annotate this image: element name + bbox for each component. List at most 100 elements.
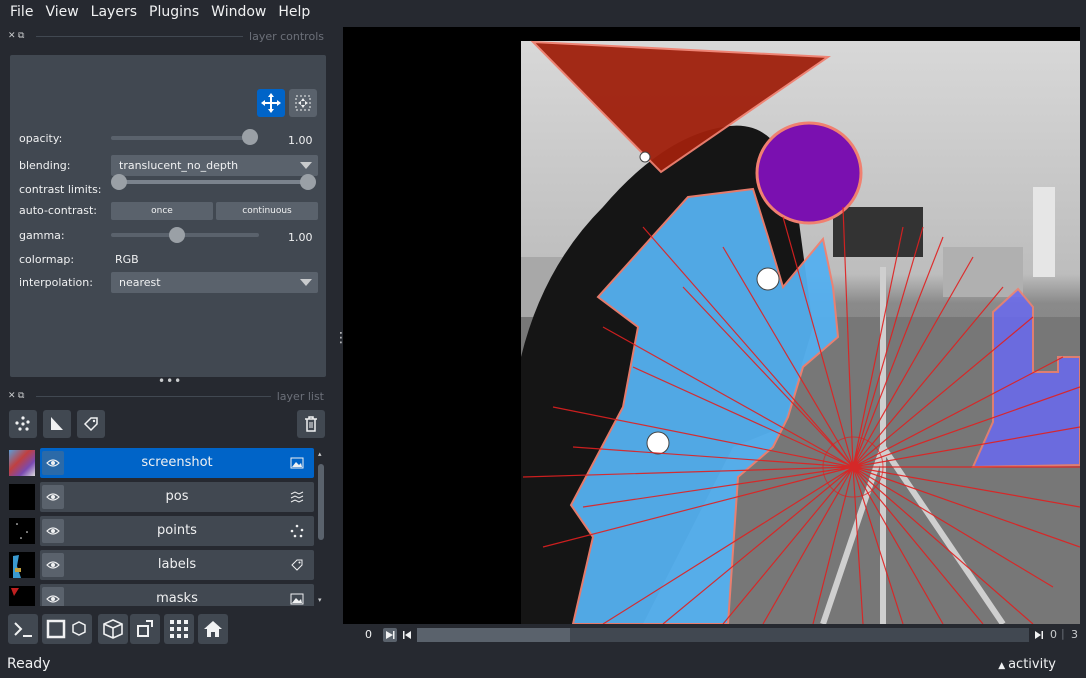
move-icon <box>261 93 281 113</box>
step-forward-icon <box>1035 631 1043 639</box>
contrast-max-handle[interactable] <box>300 174 316 190</box>
new-shapes-layer-button[interactable] <box>43 410 71 438</box>
contrast-min-handle[interactable] <box>111 174 127 190</box>
roll-dimensions-button[interactable] <box>98 614 128 644</box>
contrast-limits-label: contrast limits: <box>19 183 102 196</box>
eye-icon <box>46 493 60 501</box>
layer-row-points[interactable]: points <box>8 516 316 546</box>
gamma-slider[interactable] <box>111 233 259 237</box>
layer-controls-panel: opacity: 1.00 blending: translucent_no_d… <box>10 55 326 377</box>
eye-icon <box>46 561 60 569</box>
gamma-label: gamma: <box>19 229 65 242</box>
visibility-toggle[interactable] <box>42 519 64 543</box>
pan-zoom-button[interactable] <box>257 89 285 117</box>
interpolation-dropdown[interactable]: nearest <box>111 272 318 293</box>
menu-bar: File View Layers Plugins Window Help <box>0 0 1086 24</box>
label-tag-icon <box>83 417 98 432</box>
shapes-icon <box>51 417 63 430</box>
layer-name[interactable]: screenshot <box>70 455 284 470</box>
menu-help[interactable]: Help <box>272 4 316 20</box>
float-dock-icon[interactable]: ⧉ <box>18 391 34 401</box>
frame-slider-thumb[interactable] <box>417 628 570 642</box>
colormap-label: colormap: <box>19 253 75 266</box>
menu-file[interactable]: File <box>4 4 39 20</box>
activity-button[interactable]: ▲ activity <box>998 657 1056 672</box>
delete-layer-button[interactable] <box>297 410 325 438</box>
auto-contrast-continuous-button[interactable]: continuous <box>216 202 318 220</box>
play-icon <box>386 631 395 639</box>
chevron-up-icon: ▲ <box>998 661 1009 671</box>
layer-thumbnail <box>9 450 35 476</box>
interpolation-label: interpolation: <box>19 276 93 289</box>
visibility-toggle[interactable] <box>42 485 64 509</box>
layer-name[interactable]: labels <box>70 557 284 572</box>
image-icon <box>290 593 304 605</box>
gamma-slider-handle[interactable] <box>169 227 185 243</box>
auto-contrast-label: auto-contrast: <box>19 204 98 217</box>
layer-name[interactable]: pos <box>70 489 284 504</box>
chevron-down-icon <box>300 162 312 169</box>
opacity-slider-handle[interactable] <box>242 129 258 145</box>
blending-dropdown[interactable]: translucent_no_depth <box>111 155 318 176</box>
splitter-handle[interactable]: ••• <box>158 374 182 388</box>
layer-list-title: layer list <box>276 389 324 403</box>
square-2d-icon <box>46 619 86 639</box>
transform-button[interactable] <box>289 89 317 117</box>
layer-name[interactable]: points <box>70 523 284 538</box>
frame-total: 3 <box>1071 628 1078 641</box>
menu-view[interactable]: View <box>39 4 84 20</box>
ndisplay-toggle-button[interactable] <box>42 614 92 644</box>
eye-icon <box>46 527 60 535</box>
home-button[interactable] <box>198 614 228 644</box>
layer-thumbnail <box>9 552 35 578</box>
cube-icon <box>103 619 123 639</box>
scroll-up-icon[interactable]: ▴ <box>318 450 322 458</box>
visibility-toggle[interactable] <box>42 553 64 577</box>
layer-row-labels[interactable]: labels <box>8 550 316 580</box>
layer-thumbnail <box>9 586 35 606</box>
play-button[interactable] <box>383 628 397 642</box>
contrast-limits-slider[interactable] <box>119 180 308 184</box>
scroll-thumb[interactable] <box>318 464 324 540</box>
frame-slider-track[interactable] <box>417 628 1029 642</box>
scroll-down-icon[interactable]: ▾ <box>318 596 322 604</box>
points-icon <box>15 416 30 431</box>
layer-list-scrollbar[interactable]: ▴ ▾ <box>317 450 325 604</box>
layer-thumbnail <box>9 484 35 510</box>
menu-window[interactable]: Window <box>205 4 272 20</box>
step-back-icon <box>403 631 411 639</box>
gamma-value: 1.00 <box>288 231 313 244</box>
visibility-toggle[interactable] <box>42 587 64 606</box>
layer-row-masks[interactable]: masks <box>8 584 316 606</box>
layer-row-screenshot[interactable]: screenshot <box>8 448 316 478</box>
new-points-layer-button[interactable] <box>9 410 37 438</box>
menu-plugins[interactable]: Plugins <box>143 4 205 20</box>
dims-slider: 0 0 | 3 <box>343 624 1080 646</box>
terminal-icon <box>14 622 32 637</box>
console-button[interactable] <box>8 614 38 644</box>
step-forward-button[interactable] <box>1033 628 1045 642</box>
grid-icon <box>170 620 188 638</box>
layer-list-titlebar: ✕ ⧉ layer list <box>8 388 324 404</box>
auto-contrast-once-button[interactable]: once <box>111 202 213 220</box>
current-frame[interactable]: 0 <box>365 628 372 641</box>
eye-icon <box>46 595 60 603</box>
step-back-button[interactable] <box>401 628 413 642</box>
status-text: Ready <box>7 656 51 672</box>
float-dock-icon[interactable]: ⧉ <box>18 31 34 41</box>
vectors-icon <box>290 491 304 503</box>
opacity-value: 1.00 <box>288 134 313 147</box>
new-labels-layer-button[interactable] <box>77 410 105 438</box>
image-icon <box>290 457 304 469</box>
transpose-button[interactable] <box>130 614 160 644</box>
grid-view-button[interactable] <box>164 614 194 644</box>
opacity-slider[interactable] <box>111 136 256 140</box>
layer-controls-title: layer controls <box>249 29 324 43</box>
layer-row-pos[interactable]: pos <box>8 482 316 512</box>
visibility-toggle[interactable] <box>42 451 64 475</box>
menu-layers[interactable]: Layers <box>85 4 143 20</box>
layer-name[interactable]: masks <box>70 591 284 606</box>
opacity-label: opacity: <box>19 132 63 145</box>
viewer-canvas[interactable] <box>343 27 1080 624</box>
trash-icon <box>305 416 317 432</box>
